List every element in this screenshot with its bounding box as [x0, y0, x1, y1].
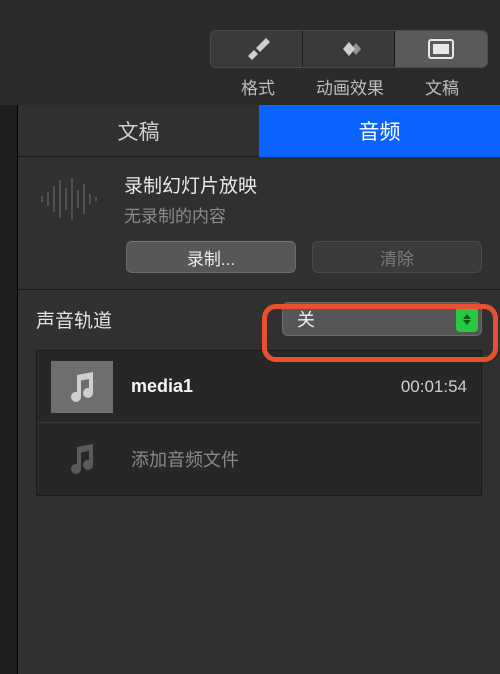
document-tab-button[interactable]	[395, 31, 487, 67]
document-icon	[428, 39, 454, 59]
inspector-header: 格式 动画效果 文稿	[0, 0, 500, 105]
record-button[interactable]: 录制...	[126, 241, 296, 273]
animate-tab-button[interactable]	[303, 31, 395, 67]
music-note-icon	[67, 371, 97, 403]
soundtrack-section: 声音轨道 关 media1	[18, 290, 500, 512]
sub-tab-audio[interactable]: 音频	[259, 105, 500, 157]
add-media-label: 添加音频文件	[131, 446, 467, 472]
soundtrack-label: 声音轨道	[36, 306, 112, 333]
animate-tab-label: 动画效果	[304, 74, 396, 99]
scroll-gutter[interactable]	[0, 105, 18, 674]
media-row[interactable]: media1 00:01:54	[37, 351, 481, 423]
add-media-thumbnail	[51, 433, 113, 485]
record-text: 录制幻灯片放映 无录制的内容	[124, 171, 257, 227]
dropdown-stepper-icon	[456, 306, 478, 332]
record-subtitle: 无录制的内容	[124, 202, 257, 227]
inspector-panel: 文稿 音频	[0, 105, 500, 674]
add-media-row[interactable]: 添加音频文件	[37, 423, 481, 495]
brush-icon	[244, 38, 270, 60]
waveform-icon	[36, 174, 106, 224]
media-name: media1	[131, 376, 383, 397]
dropdown-value: 关	[297, 306, 315, 332]
sub-tab-document[interactable]: 文稿	[18, 105, 259, 157]
music-note-icon	[67, 443, 97, 475]
sub-tabs: 文稿 音频	[18, 105, 500, 157]
format-tab-button[interactable]	[211, 31, 303, 67]
soundtrack-mode-dropdown[interactable]: 关	[282, 302, 482, 336]
format-tab-label: 格式	[212, 74, 304, 99]
document-tab-label: 文稿	[396, 74, 488, 99]
media-duration: 00:01:54	[401, 377, 467, 397]
record-title: 录制幻灯片放映	[124, 171, 257, 198]
diamond-icon	[335, 39, 363, 59]
media-thumbnail	[51, 361, 113, 413]
inspector-mode-segmented	[210, 30, 488, 68]
panel-body: 文稿 音频	[18, 105, 500, 674]
clear-button: 清除	[312, 241, 482, 273]
inspector-mode-labels: 格式 动画效果 文稿	[212, 74, 488, 99]
record-slideshow-section: 录制幻灯片放映 无录制的内容 录制... 清除	[18, 157, 500, 290]
media-list: media1 00:01:54 添加音频文件	[36, 350, 482, 496]
